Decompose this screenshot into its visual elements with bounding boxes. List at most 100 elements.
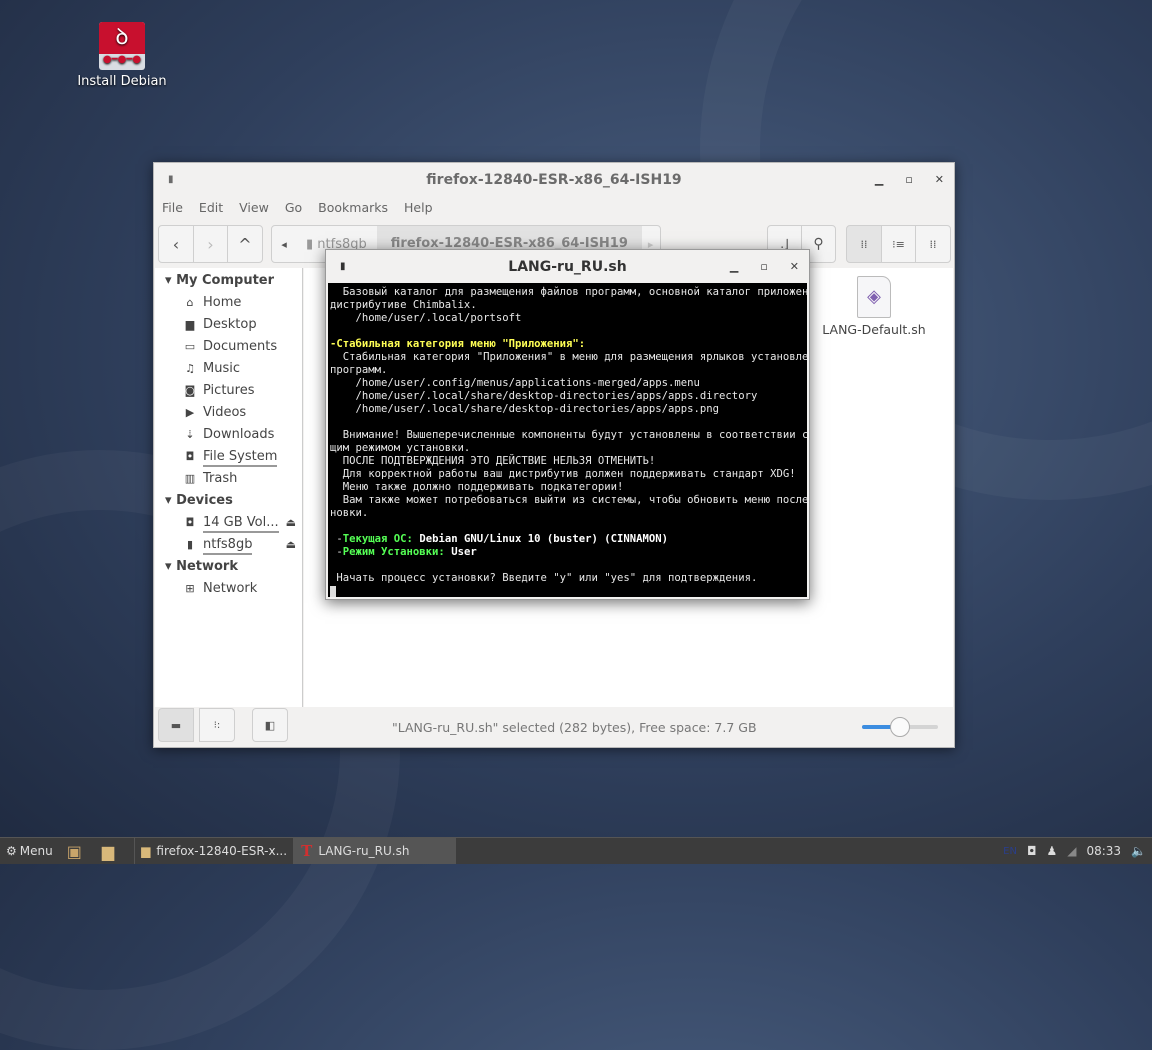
terminal-title: LANG-ru_RU.sh xyxy=(508,258,627,275)
terminal-text: Вам также может потребоваться выйти из с… xyxy=(330,494,807,506)
terminal-text: Внимание! Вышеперечисленные компоненты б… xyxy=(330,429,807,441)
zoom-slider[interactable] xyxy=(862,717,938,737)
menu-go[interactable]: Go xyxy=(285,200,302,215)
drive-icon: ◘ xyxy=(185,450,195,463)
terminal-text: - xyxy=(330,546,343,558)
close-button[interactable]: ✕ xyxy=(935,173,944,186)
minimize-button[interactable]: ▁ xyxy=(730,260,738,273)
file-manager-launcher-icon[interactable]: ▣ xyxy=(67,842,82,861)
network-icon: ⊞ xyxy=(185,582,195,595)
terminal-text: ПОСЛЕ ПОДТВЕРЖДЕНИЯ ЭТО ДЕЙСТВИЕ НЕЛЬЗЯ … xyxy=(330,455,656,467)
list-view-button[interactable]: ⁝≡ xyxy=(881,225,916,263)
terminal-line: Вам также может потребоваться выйти из с… xyxy=(330,494,807,507)
terminal-text: программ. xyxy=(330,364,388,376)
window-menu-icon[interactable]: ▮ xyxy=(168,174,174,185)
show-places-button[interactable]: ▬ xyxy=(158,708,194,742)
zoom-slider-handle[interactable] xyxy=(890,717,910,737)
sidebar-item-home[interactable]: ⌂ Home xyxy=(155,292,302,314)
terminal-line: /home/user/.config/menus/applications-me… xyxy=(330,377,807,390)
breadcrumb-left-arrow[interactable]: ◂ xyxy=(272,238,296,251)
sidebar-item-file-system[interactable]: ◘ File System xyxy=(155,446,302,468)
section-my-computer[interactable]: ▾ My Computer xyxy=(155,270,302,292)
menu-help[interactable]: Help xyxy=(404,200,433,215)
menu-view[interactable]: View xyxy=(239,200,269,215)
terminal-line: Внимание! Вышеперечисленные компоненты б… xyxy=(330,429,807,442)
sidebar-item-network[interactable]: ⊞ Network xyxy=(155,578,302,600)
window-menu-icon[interactable]: ▮ xyxy=(340,261,346,272)
minimize-button[interactable]: ▁ xyxy=(875,173,883,186)
window-title: firefox-12840-ESR-x86_64-ISH19 xyxy=(426,171,682,188)
clock[interactable]: 08:33 xyxy=(1086,844,1121,858)
sidebar-item-videos[interactable]: ▶ Videos xyxy=(155,402,302,424)
terminal-line: -Текущая ОС: Debian GNU/Linux 10 (buster… xyxy=(330,533,807,546)
terminal-text: Меню также должно поддерживать подкатего… xyxy=(330,481,624,493)
maximize-button[interactable]: ▫ xyxy=(760,260,767,273)
terminal-line: Меню также должно поддерживать подкатего… xyxy=(330,481,807,494)
terminal-line: Начать процесс установки? Введите "y" ил… xyxy=(330,572,807,585)
desktop-icon-label: Install Debian xyxy=(77,74,167,89)
terminal-line: -Стабильная категория меню "Приложения": xyxy=(330,338,807,351)
sidebar-item-documents[interactable]: ▭ Documents xyxy=(155,336,302,358)
music-icon: ♫ xyxy=(185,362,195,375)
up-button[interactable]: ^ xyxy=(227,225,263,263)
sidebar-item-ntfs8gb[interactable]: ▮ ntfs8gb ⏏ xyxy=(155,534,302,556)
close-button[interactable]: ✕ xyxy=(790,260,799,273)
network-icon[interactable]: ◢ xyxy=(1067,844,1076,858)
show-treeview-button[interactable]: ⁝: xyxy=(199,708,235,742)
compact-view-button[interactable]: ⁞⁞ xyxy=(915,225,951,263)
sidebar-item-pictures[interactable]: ◙ Pictures xyxy=(155,380,302,402)
menu-edit[interactable]: Edit xyxy=(199,200,223,215)
menu-button[interactable]: ⚙ Menu xyxy=(0,844,59,858)
section-network[interactable]: ▾ Network xyxy=(155,556,302,578)
terminal-line: Для корректной работы ваш дистрибутив до… xyxy=(330,468,807,481)
terminal-text: -Стабильная категория меню "Приложения": xyxy=(330,338,586,350)
task-firefox-folder[interactable]: ▆ firefox-12840-ESR-x... xyxy=(134,838,295,864)
sidebar-item-volume[interactable]: ◘ 14 GB Vol... ⏏ xyxy=(155,512,302,534)
terminal-text: Режим Установки: xyxy=(342,546,445,558)
task-terminal[interactable]: T LANG-ru_RU.sh xyxy=(294,838,457,864)
desktop-icon-install-debian[interactable]: ꝺ ●━●━● Install Debian xyxy=(76,22,168,89)
debian-installer-icon: ꝺ ●━●━● xyxy=(99,22,145,70)
terminal-app-icon: T xyxy=(301,842,313,860)
icon-view-button[interactable]: ⁞⁞ xyxy=(846,225,882,263)
usb-drive-icon: ▮ xyxy=(186,538,194,551)
terminal-line: /home/user/.local/share/desktop-director… xyxy=(330,403,807,416)
menu-file[interactable]: File xyxy=(162,200,183,215)
terminal-line: /home/user/.local/portsoft xyxy=(330,312,807,325)
folder-launcher-icon[interactable]: ▆ xyxy=(102,842,114,861)
download-icon: ⇣ xyxy=(185,428,195,441)
terminal-text: Стабильная категория "Приложения" в меню… xyxy=(330,351,807,363)
terminal-cursor xyxy=(330,585,336,597)
forward-button[interactable]: › xyxy=(193,225,228,263)
title-bar[interactable]: ▮ firefox-12840-ESR-x86_64-ISH19 ▁ ▫ ✕ xyxy=(154,163,954,196)
back-button[interactable]: ‹ xyxy=(158,225,194,263)
section-devices[interactable]: ▾ Devices xyxy=(155,490,302,512)
file-item[interactable]: ◈ LANG-Default.sh xyxy=(819,276,929,337)
removable-drive-icon[interactable]: ◘ xyxy=(1027,844,1037,858)
sidebar-item-trash[interactable]: ▥ Trash xyxy=(155,468,302,490)
terminal-text: дистрибутиве Chimbalix. xyxy=(330,299,477,311)
terminal-line: щим режимом установки. xyxy=(330,442,807,455)
user-icon[interactable]: ♟ xyxy=(1046,844,1057,858)
terminal-output[interactable]: Базовый каталог для размещения файлов пр… xyxy=(328,283,807,597)
terminal-text: - xyxy=(330,533,343,545)
toggle-sidebar-button[interactable]: ◧ xyxy=(252,708,288,742)
volume-icon[interactable]: 🔈 xyxy=(1131,844,1146,858)
menu-bookmarks[interactable]: Bookmarks xyxy=(318,200,388,215)
sidebar-item-music[interactable]: ♫ Music xyxy=(155,358,302,380)
eject-icon[interactable]: ⏏ xyxy=(286,534,296,556)
sidebar-item-desktop[interactable]: ▆ Desktop xyxy=(155,314,302,336)
keyboard-layout-icon[interactable]: EN xyxy=(1003,846,1017,857)
eject-icon[interactable]: ⏏ xyxy=(286,512,296,534)
sidebar-item-downloads[interactable]: ⇣ Downloads xyxy=(155,424,302,446)
video-icon: ▶ xyxy=(185,406,195,419)
desktop-folder-icon: ▆ xyxy=(185,318,195,331)
maximize-button[interactable]: ▫ xyxy=(905,173,912,186)
menu-bar: File Edit View Go Bookmarks Help xyxy=(154,196,954,219)
terminal-line: -Режим Установки: User xyxy=(330,546,807,559)
terminal-title-bar[interactable]: ▮ LANG-ru_RU.sh ▁ ▫ ✕ xyxy=(326,250,809,283)
terminal-text: Базовый каталог для размещения файлов пр… xyxy=(330,286,807,298)
